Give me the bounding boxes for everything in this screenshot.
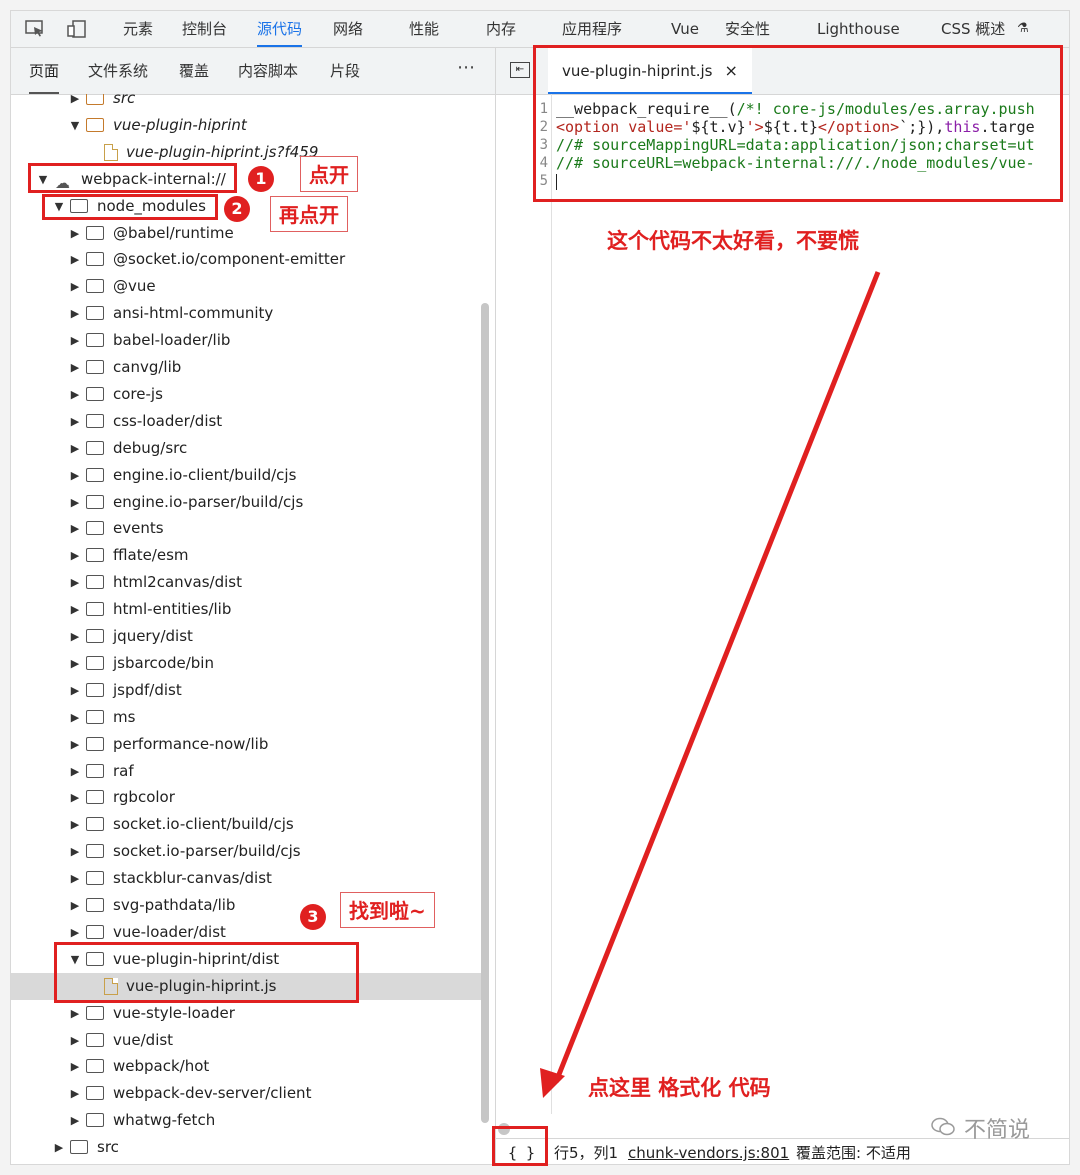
watermark-text: 不简说: [964, 1118, 1031, 1143]
wechat-logo-icon: [931, 1117, 955, 1136]
annotation-arrow: [540, 271, 881, 1098]
